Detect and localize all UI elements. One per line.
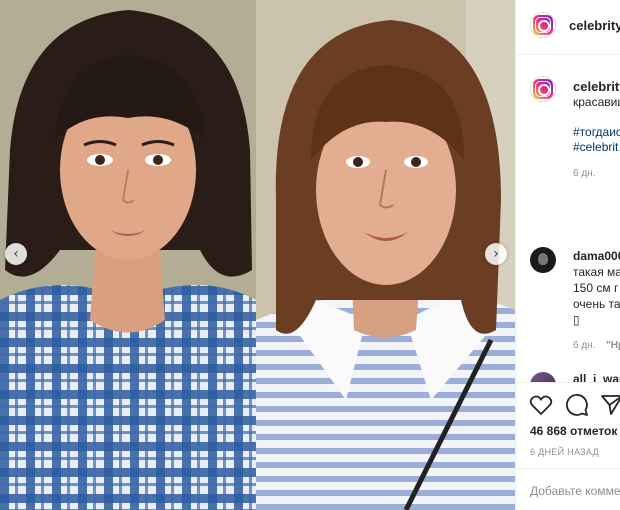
- likes-count[interactable]: 46 868 отметок: [530, 424, 617, 438]
- caption-text: красавиц: [573, 95, 620, 109]
- carousel-prev-button[interactable]: ‹: [5, 243, 27, 265]
- share-icon[interactable]: [600, 393, 620, 417]
- comment-input[interactable]: Добавьте комме: [530, 484, 620, 498]
- comment-divider: [516, 468, 620, 469]
- header-username[interactable]: celebrity_: [569, 18, 620, 33]
- comment-username[interactable]: dama000: [573, 249, 620, 263]
- heart-icon[interactable]: [529, 393, 553, 417]
- caption-avatar[interactable]: [530, 76, 556, 102]
- caption-hashtag[interactable]: #тогдаис: [573, 124, 620, 140]
- post-sidebar: celebrity_ celebrity красавиц #тогдаис #…: [515, 0, 620, 510]
- instagram-logo-icon: [533, 79, 553, 99]
- caption-time: 6 дн.: [573, 168, 596, 179]
- comment-line: очень та: [573, 297, 620, 311]
- photo-young-woman: [0, 0, 256, 510]
- comment-avatar[interactable]: [530, 247, 556, 273]
- post-media[interactable]: ‹ ›: [0, 0, 515, 510]
- comment-reply-button[interactable]: "Нр: [606, 340, 620, 351]
- carousel-next-button[interactable]: ›: [485, 243, 507, 265]
- header-divider: [516, 54, 620, 55]
- comment-line: ▯: [573, 313, 580, 327]
- instagram-logo-icon: [533, 15, 553, 35]
- comment-line: 150 см г: [573, 281, 619, 295]
- posted-time: 6 ДНЕЙ НАЗАД: [530, 447, 599, 457]
- photo-young-woman-illustration: [0, 0, 256, 510]
- comment-time: 6 дн.: [573, 340, 596, 351]
- profile-avatar[interactable]: [530, 12, 556, 38]
- photo-older-woman-illustration: [256, 0, 515, 510]
- caption-username[interactable]: celebrity: [573, 79, 620, 94]
- caption-hashtag[interactable]: #celebrit: [573, 139, 618, 155]
- comment-icon[interactable]: [565, 393, 589, 417]
- comment-line: такая ма: [573, 265, 620, 279]
- photo-older-woman: [256, 0, 515, 510]
